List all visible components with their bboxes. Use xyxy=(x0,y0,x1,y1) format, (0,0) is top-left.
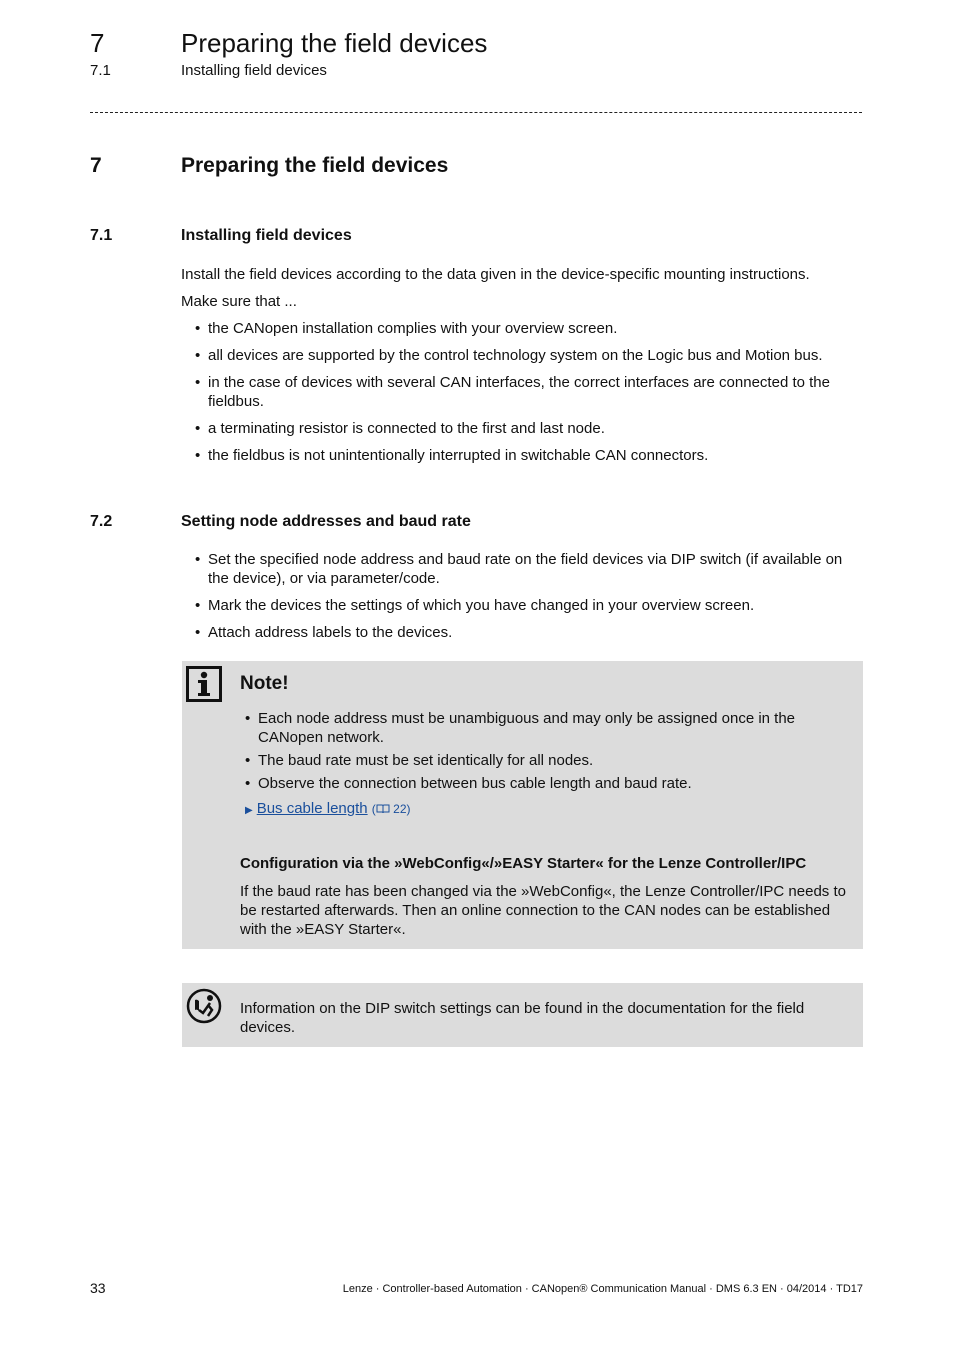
list-item: The baud rate must be set identically fo… xyxy=(245,751,845,770)
running-header-chapter-number: 7 xyxy=(90,28,105,58)
chapter-number: 7 xyxy=(90,154,102,177)
page-number: 33 xyxy=(90,1280,106,1296)
list-item: a terminating resistor is connected to t… xyxy=(195,419,863,438)
running-header-chapter-title: Preparing the field devices xyxy=(181,28,488,58)
book-icon xyxy=(376,803,390,817)
header-divider xyxy=(90,112,862,113)
page-reference[interactable]: ( 22) xyxy=(372,802,411,816)
running-header-section-title: Installing field devices xyxy=(181,62,327,79)
note-box: Note! Each node address must be unambigu… xyxy=(182,661,863,949)
chapter-title: Preparing the field devices xyxy=(181,154,449,177)
list-item: the fieldbus is not unintentionally inte… xyxy=(195,446,863,465)
note-subtext: If the baud rate has been changed via th… xyxy=(240,883,846,938)
footer-text: Lenze · Controller-based Automation · CA… xyxy=(342,1283,863,1295)
section-7-1-title: Installing field devices xyxy=(181,227,352,244)
info-icon xyxy=(186,666,222,702)
section-7-1-lead: Make sure that ... xyxy=(181,293,297,310)
bus-cable-length-link-row: ▶ Bus cable length ( 22) xyxy=(245,800,411,817)
reading-person-icon xyxy=(186,988,222,1024)
list-item: Each node address must be unambiguous an… xyxy=(245,709,845,747)
note-title: Note! xyxy=(240,673,289,694)
note-bullet-list: Each node address must be unambiguous an… xyxy=(245,709,845,797)
section-7-1-intro: Install the field devices according to t… xyxy=(181,266,810,283)
tip-box: Information on the DIP switch settings c… xyxy=(182,983,863,1047)
running-header-section-number: 7.1 xyxy=(90,62,111,79)
note-subheading: Configuration via the »WebConfig«/»EASY … xyxy=(240,855,807,872)
section-7-2-number: 7.2 xyxy=(90,513,113,530)
tip-text: Information on the DIP switch settings c… xyxy=(240,1000,805,1036)
list-item: in the case of devices with several CAN … xyxy=(195,373,863,411)
bus-cable-length-link[interactable]: Bus cable length xyxy=(257,800,368,817)
section-7-2-bullet-list: Set the specified node address and baud … xyxy=(195,550,863,650)
list-item: Observe the connection between bus cable… xyxy=(245,774,845,793)
list-item: the CANopen installation complies with y… xyxy=(195,319,863,338)
section-7-2-title: Setting node addresses and baud rate xyxy=(181,513,471,530)
arrow-right-icon: ▶ xyxy=(245,805,253,816)
list-item: Set the specified node address and baud … xyxy=(195,550,863,588)
section-7-1-bullet-list: the CANopen installation complies with y… xyxy=(195,319,863,473)
list-item: Attach address labels to the devices. xyxy=(195,623,863,642)
section-7-1-number: 7.1 xyxy=(90,227,113,244)
list-item: all devices are supported by the control… xyxy=(195,346,863,365)
list-item: Mark the devices the settings of which y… xyxy=(195,596,863,615)
